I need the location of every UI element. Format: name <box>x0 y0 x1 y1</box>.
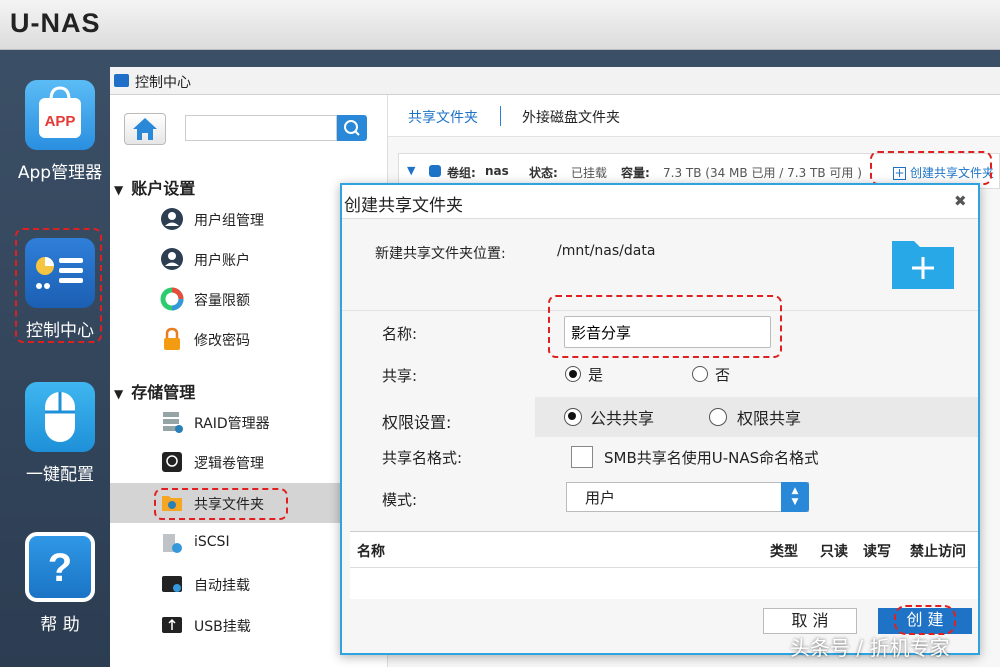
highlight-box-name <box>548 295 782 358</box>
highlight-box-shared-folders <box>154 488 288 520</box>
share-label: 共享: <box>382 367 418 385</box>
select-arrows-icon[interactable]: ▲ ▼ <box>781 482 809 512</box>
brand-logo: U-NAS <box>10 8 101 38</box>
permission-private-label: 权限共享 <box>737 409 802 428</box>
section-storage-management[interactable]: ▼ 存储管理 <box>110 379 195 403</box>
watermark-text: 头条号 / 折机专家 <box>790 636 950 660</box>
raid-icon <box>163 412 183 433</box>
search-input[interactable] <box>185 115 337 141</box>
permission-public-label: 公共共享 <box>590 409 655 428</box>
section-account-settings[interactable]: ▼ 账户设置 <box>110 175 195 199</box>
dialog-titlebar[interactable]: 创建共享文件夹 ✖ <box>342 185 978 219</box>
home-icon <box>133 118 157 140</box>
name-label: 名称: <box>382 325 418 343</box>
help-icon: ? <box>25 532 95 602</box>
permission-private-radio[interactable] <box>709 408 727 426</box>
window-titlebar[interactable]: 控制中心 <box>110 67 1000 95</box>
lock-icon <box>164 327 180 350</box>
share-yes-radio[interactable] <box>565 366 581 382</box>
location-value: /mnt/nas/data <box>557 243 656 259</box>
usb-icon <box>162 617 182 633</box>
iscsi-icon <box>163 534 182 553</box>
collapse-arrow-icon: ▼ <box>114 387 124 401</box>
tab-divider <box>500 106 501 126</box>
expand-arrow-icon[interactable]: ▼ <box>407 164 415 177</box>
svg-text:?: ? <box>48 546 72 590</box>
highlight-box-control-center <box>15 228 102 343</box>
new-folder-icon <box>892 241 954 289</box>
svg-text:APP: APP <box>45 113 76 130</box>
permission-table: 名称 类型 只读 读写 禁止访问 <box>350 531 978 599</box>
lvm-icon <box>162 452 182 472</box>
permission-label: 权限设置: <box>382 413 452 432</box>
share-no-radio[interactable] <box>692 366 708 382</box>
user-group-icon <box>161 208 183 230</box>
top-bar: U-NAS <box>0 0 1000 50</box>
dialog-title: 创建共享文件夹 <box>344 196 463 216</box>
control-panel-small-icon <box>114 74 129 87</box>
window-title: 控制中心 <box>135 75 191 91</box>
permission-public-radio[interactable] <box>564 408 582 426</box>
share-yes-label: 是 <box>588 366 604 384</box>
cancel-button[interactable]: 取 消 <box>763 608 857 634</box>
smb-format-checkbox[interactable] <box>571 446 593 468</box>
home-button[interactable] <box>124 113 166 145</box>
share-no-label: 否 <box>715 366 731 384</box>
desktop-icon-help[interactable]: ? 帮 助 <box>10 532 110 635</box>
mode-select[interactable]: 用户 <box>566 482 809 512</box>
tab-shared-folders[interactable]: 共享文件夹 <box>408 107 478 127</box>
database-icon <box>429 165 441 177</box>
mode-label: 模式: <box>382 491 418 509</box>
desktop-icon-quick-setup[interactable]: 一键配置 <box>10 382 110 485</box>
drive-mount-icon <box>162 576 182 592</box>
close-icon[interactable]: ✖ <box>954 192 967 210</box>
app-manager-label: App管理器 <box>17 163 103 183</box>
highlight-box-create-button <box>894 605 956 635</box>
create-shared-folder-dialog: 创建共享文件夹 ✖ 新建共享文件夹位置: /mnt/nas/data 名称: 共… <box>340 183 980 655</box>
highlight-box-create-link <box>870 151 992 185</box>
desktop-icon-app-manager[interactable]: APP App管理器 <box>10 80 110 183</box>
location-label: 新建共享文件夹位置: <box>375 246 506 262</box>
search-icon <box>344 120 360 136</box>
tab-bar: 共享文件夹 外接磁盘文件夹 <box>388 95 1000 137</box>
mouse-icon <box>25 382 95 452</box>
quick-setup-label: 一键配置 <box>26 465 94 485</box>
collapse-arrow-icon: ▼ <box>114 183 124 197</box>
table-header: 名称 类型 只读 读写 禁止访问 <box>350 532 978 568</box>
smb-format-label: SMB共享名使用U-NAS命名格式 <box>604 449 818 467</box>
user-icon <box>161 248 183 270</box>
search-button[interactable] <box>337 115 367 141</box>
tab-external-disk-folders[interactable]: 外接磁盘文件夹 <box>522 107 620 127</box>
format-label: 共享名格式: <box>382 449 463 467</box>
help-label: 帮 助 <box>40 615 80 635</box>
quota-ring-icon <box>160 287 184 311</box>
app-store-icon: APP <box>25 80 95 150</box>
